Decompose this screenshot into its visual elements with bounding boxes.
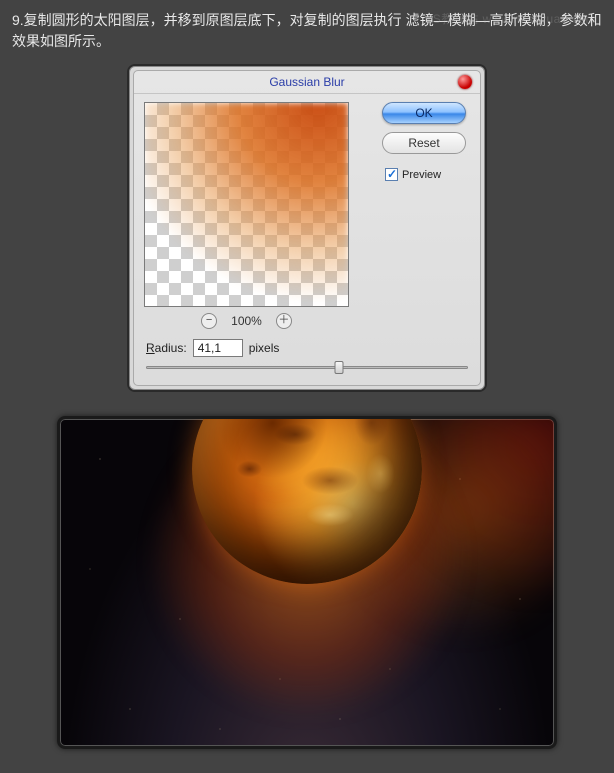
preview-column: − 100% ＋ bbox=[144, 102, 349, 329]
controls-column: OK Reset Preview bbox=[349, 102, 470, 329]
step-instruction: 9.复制圆形的太阳图层，并移到原图层底下，对复制的图层执行 滤镜—模糊—高斯模糊… bbox=[0, 0, 614, 58]
result-image bbox=[57, 416, 557, 749]
ok-button[interactable]: OK bbox=[382, 102, 466, 124]
close-icon[interactable] bbox=[458, 75, 472, 89]
dialog-titlebar: Gaussian Blur bbox=[134, 71, 480, 94]
preview-label: Preview bbox=[402, 169, 441, 181]
sun-planet bbox=[192, 416, 422, 584]
zoom-out-button[interactable]: − bbox=[201, 313, 217, 329]
zoom-level: 100% bbox=[231, 314, 262, 328]
zoom-controls: − 100% ＋ bbox=[144, 313, 349, 329]
gaussian-blur-dialog: Gaussian Blur − 100% ＋ OK Reset bbox=[127, 64, 487, 392]
watermark-text: PS教程站 www.missyuan.com bbox=[424, 10, 596, 28]
radius-input[interactable]: 41,1 bbox=[193, 339, 243, 357]
slider-track-line bbox=[146, 366, 468, 369]
slider-thumb[interactable] bbox=[335, 361, 344, 374]
radius-label: Radius: bbox=[146, 341, 187, 355]
preview-gradient bbox=[145, 103, 348, 306]
preview-checkbox-row[interactable]: Preview bbox=[385, 168, 470, 181]
preview-checkbox[interactable] bbox=[385, 168, 398, 181]
dialog-title: Gaussian Blur bbox=[269, 75, 344, 89]
reset-button[interactable]: Reset bbox=[382, 132, 466, 154]
zoom-in-button[interactable]: ＋ bbox=[276, 313, 292, 329]
radius-unit: pixels bbox=[249, 341, 280, 355]
radius-slider-row bbox=[134, 359, 480, 385]
dialog-body: − 100% ＋ OK Reset Preview bbox=[134, 94, 480, 333]
dialog-inner: Gaussian Blur − 100% ＋ OK Reset bbox=[133, 70, 481, 386]
radius-row: Radius: 41,1 pixels bbox=[134, 333, 480, 359]
radius-slider[interactable] bbox=[146, 359, 468, 375]
preview-image[interactable] bbox=[144, 102, 349, 307]
